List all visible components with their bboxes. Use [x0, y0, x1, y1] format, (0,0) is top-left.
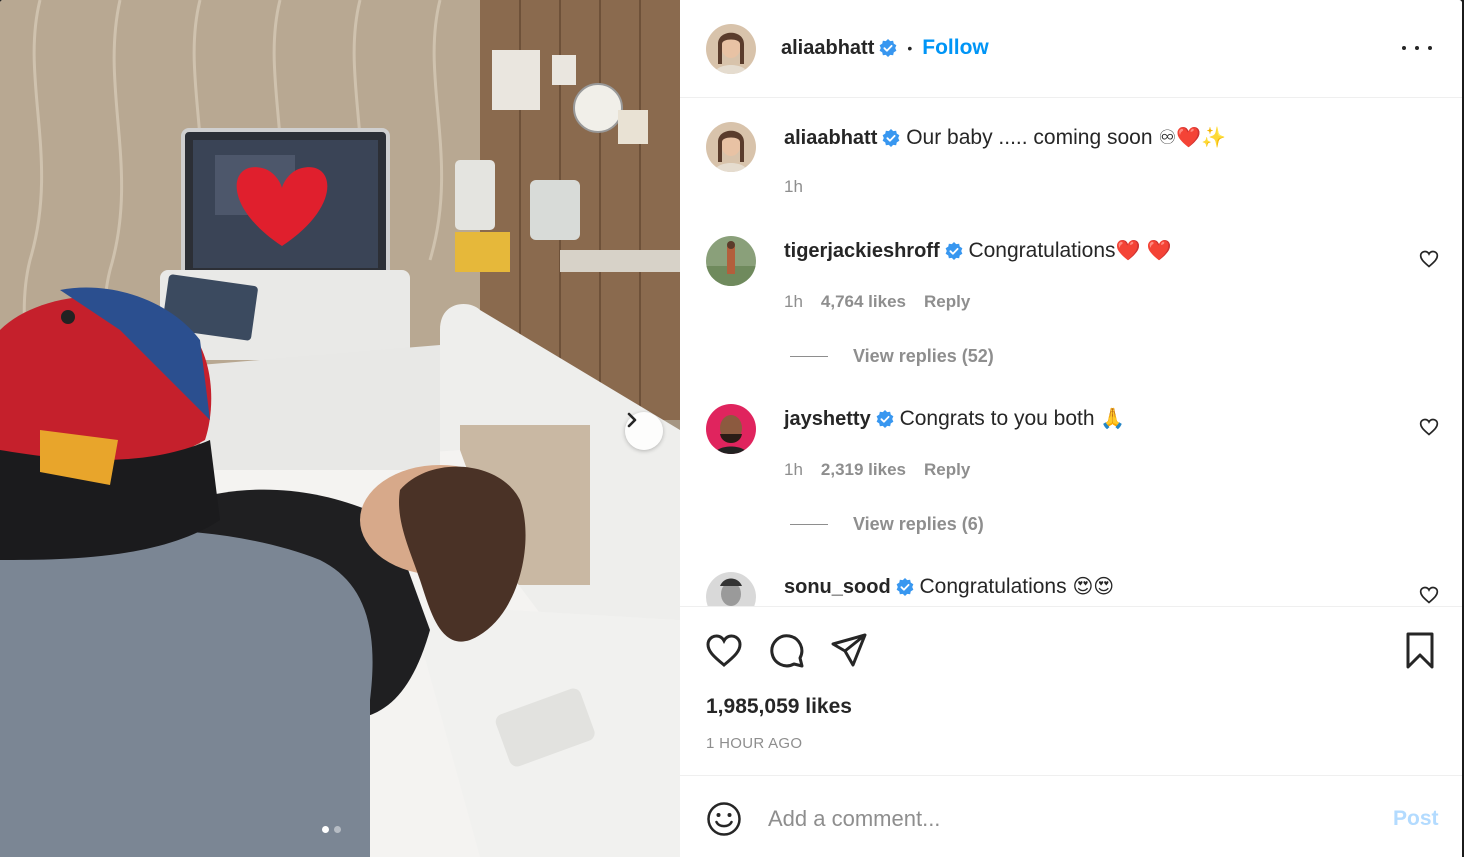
post-comment-button[interactable]: Post: [1393, 807, 1439, 831]
post-header: aliaabhatt • Follow: [680, 0, 1462, 98]
comment-text: Congratulations: [919, 575, 1067, 598]
comment-time: 1h: [784, 460, 803, 479]
caption-time: 1h: [784, 177, 803, 196]
carousel-indicator: [322, 826, 341, 833]
post-photo: [0, 0, 680, 857]
post-timestamp: 1 HOUR AGO: [706, 735, 803, 752]
comment-time: 1h: [784, 292, 803, 311]
comment-likes[interactable]: 4,764 likes: [821, 292, 906, 312]
like-heart-icon[interactable]: [704, 631, 744, 671]
caption-emoji: ♾❤️✨: [1158, 125, 1227, 149]
commenter-avatar[interactable]: [706, 404, 756, 454]
commenter-username[interactable]: sonu_sood: [784, 576, 891, 598]
reply-button[interactable]: Reply: [924, 292, 970, 312]
comment-likes[interactable]: 2,319 likes: [821, 460, 906, 480]
commenter-username[interactable]: jayshetty: [784, 408, 871, 430]
comment-composer: Post: [680, 777, 1462, 857]
emoji-icon[interactable]: [706, 801, 742, 837]
instagram-post-dialog: aliaabhatt • Follow aliaabhatt Our baby …: [0, 0, 1462, 857]
author-username[interactable]: aliaabhatt: [781, 37, 874, 60]
comment-like-icon[interactable]: [1419, 249, 1439, 269]
next-arrow-icon: [627, 412, 637, 428]
caption-username[interactable]: aliaabhatt: [784, 127, 877, 149]
comments-list[interactable]: aliaabhatt Our baby ..... coming soon ♾❤…: [680, 98, 1462, 606]
share-icon[interactable]: [829, 631, 869, 671]
reply-button[interactable]: Reply: [924, 460, 970, 480]
verified-badge-icon: [879, 39, 897, 57]
view-replies-button[interactable]: View replies (52): [790, 346, 994, 367]
author-avatar[interactable]: [706, 24, 756, 74]
caption-avatar[interactable]: [706, 122, 756, 172]
verified-badge-icon: [876, 410, 894, 428]
hospital-ultrasound-photo: [0, 0, 680, 857]
comment-emoji: 🙏: [1100, 406, 1126, 430]
commenter-avatar[interactable]: [706, 572, 756, 606]
verified-badge-icon: [882, 129, 900, 147]
comment-like-icon[interactable]: [1419, 417, 1439, 437]
next-slide-button[interactable]: [625, 412, 663, 450]
comment-like-icon[interactable]: [1419, 585, 1439, 605]
view-replies-button[interactable]: View replies (6): [790, 514, 984, 535]
carousel-dot-active: [322, 826, 329, 833]
carousel-dot: [334, 826, 341, 833]
comment-emoji: 😍😍: [1072, 574, 1115, 598]
verified-badge-icon: [896, 578, 914, 596]
comment-text: Congratulations: [968, 239, 1116, 262]
likes-count[interactable]: 1,985,059 likes: [706, 695, 852, 719]
bookmark-icon[interactable]: [1400, 631, 1440, 671]
commenter-avatar[interactable]: [706, 236, 756, 286]
commenter-username[interactable]: tigerjackieshroff: [784, 240, 940, 262]
more-options-icon[interactable]: [1402, 36, 1432, 60]
verified-badge-icon: [945, 242, 962, 260]
comment-text: Congrats to you both: [899, 407, 1095, 430]
post-actions: 1,985,059 likes 1 HOUR AGO: [680, 606, 1462, 776]
comment-emoji: ❤️ ❤️: [1115, 238, 1172, 262]
caption-text: Our baby ..... coming soon: [906, 126, 1153, 149]
follow-button[interactable]: Follow: [922, 36, 989, 60]
header-separator: •: [907, 40, 913, 56]
comment-icon[interactable]: [767, 631, 807, 671]
post-details-panel: aliaabhatt • Follow aliaabhatt Our baby …: [680, 0, 1462, 857]
comment-input[interactable]: [768, 801, 1368, 837]
